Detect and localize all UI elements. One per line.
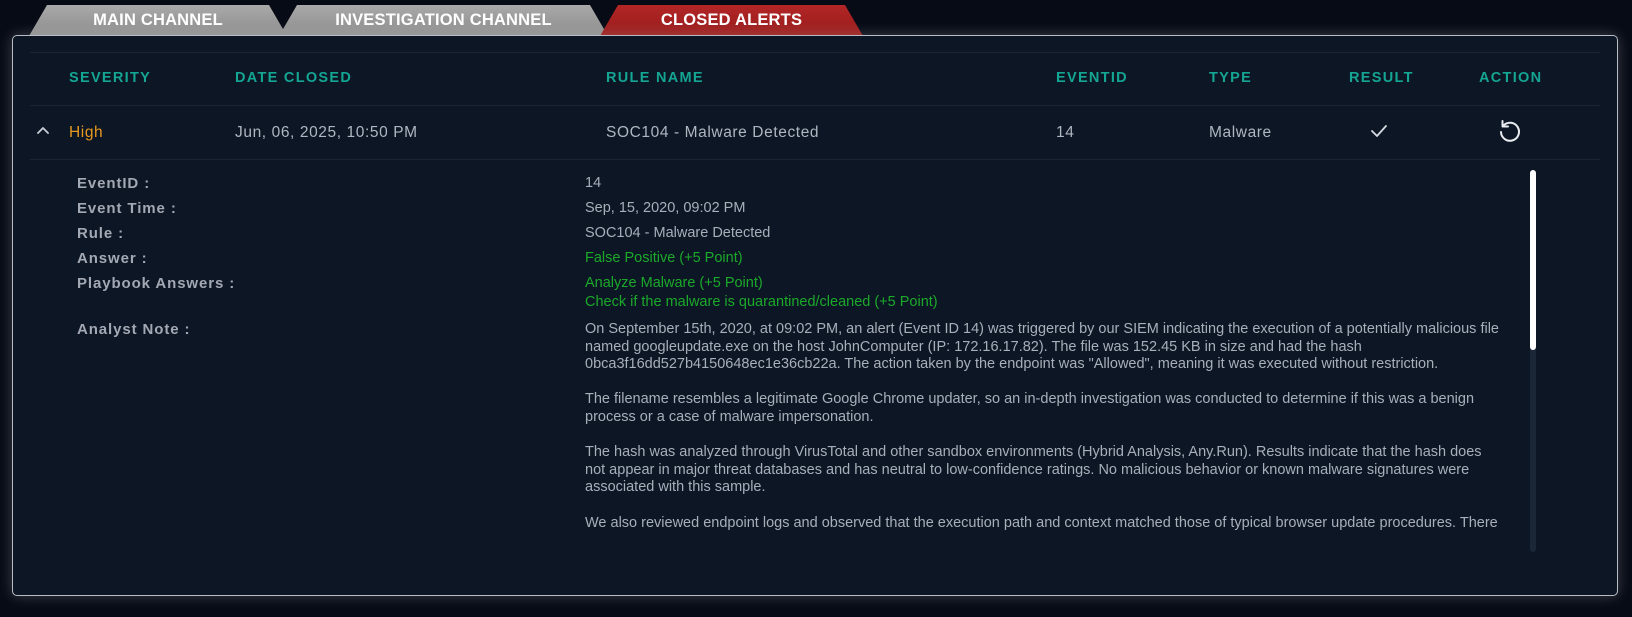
label-analyst-note: Analyst Note : xyxy=(77,321,191,338)
date-closed-value: Jun, 06, 2025, 10:50 PM xyxy=(235,124,418,141)
table-header: SEVERITY DATE CLOSED RULE NAME EVENTID T… xyxy=(30,53,1600,106)
playbook-answer: Analyze Malware (+5 Point) xyxy=(585,275,763,291)
label-event-time: Event Time : xyxy=(77,200,177,217)
answer-value: False Positive (+5 Point) xyxy=(585,250,743,266)
alert-details: EventID : 14 Event Time : Sep, 15, 2020,… xyxy=(13,161,1617,595)
header-rule-name: RULE NAME xyxy=(606,70,704,86)
tab-label: MAIN CHANNEL xyxy=(93,11,223,29)
tab-label: INVESTIGATION CHANNEL xyxy=(335,11,552,29)
tab-closed-alerts[interactable]: CLOSED ALERTS xyxy=(600,5,863,36)
scrollbar-thumb[interactable] xyxy=(1530,170,1536,350)
note-paragraph: The filename resembles a legitimate Goog… xyxy=(585,391,1475,425)
header-severity: SEVERITY xyxy=(69,70,152,86)
playbook-answer: Check if the malware is quarantined/clea… xyxy=(585,294,938,310)
header-result: RESULT xyxy=(1349,70,1414,86)
note-paragraph: On September 15th, 2020, at 09:02 PM, an… xyxy=(585,321,1499,373)
event-id-value: 14 xyxy=(585,175,602,191)
note-paragraph: The hash was analyzed through VirusTotal… xyxy=(585,444,1482,496)
rule-name-value: SOC104 - Malware Detected xyxy=(606,124,820,141)
label-rule: Rule : xyxy=(77,225,125,242)
label-playbook-answers: Playbook Answers : xyxy=(77,275,236,292)
channel-tabs: MAIN CHANNEL INVESTIGATION CHANNEL CLOSE… xyxy=(0,0,1632,37)
tab-investigation-channel[interactable]: INVESTIGATION CHANNEL xyxy=(279,5,608,36)
label-answer: Answer : xyxy=(77,250,148,267)
tab-main-channel[interactable]: MAIN CHANNEL xyxy=(29,5,287,36)
header-eventid: EVENTID xyxy=(1056,70,1128,86)
undo-icon[interactable] xyxy=(1495,117,1523,145)
severity-value: High xyxy=(69,124,104,141)
label-event-id: EventID : xyxy=(77,175,151,192)
rule-value: SOC104 - Malware Detected xyxy=(585,225,771,241)
tab-label: CLOSED ALERTS xyxy=(660,11,803,29)
eventid-value: 14 xyxy=(1056,124,1075,141)
header-action: ACTION xyxy=(1479,70,1543,86)
type-value: Malware xyxy=(1209,124,1272,141)
table-row[interactable]: High Jun, 06, 2025, 10:50 PM SOC104 - Ma… xyxy=(30,107,1600,160)
header-date-closed: DATE CLOSED xyxy=(235,70,353,86)
chevron-up-icon[interactable] xyxy=(35,123,51,137)
closed-alerts-panel: SEVERITY DATE CLOSED RULE NAME EVENTID T… xyxy=(12,35,1618,596)
header-type: TYPE xyxy=(1209,70,1253,86)
note-paragraph: We also reviewed endpoint logs and obser… xyxy=(585,514,1498,531)
event-time-value: Sep, 15, 2020, 09:02 PM xyxy=(585,200,746,216)
checkmark-icon xyxy=(1371,125,1387,137)
analyst-note-text: On September 15th, 2020, at 09:02 PM, an… xyxy=(585,321,1505,531)
